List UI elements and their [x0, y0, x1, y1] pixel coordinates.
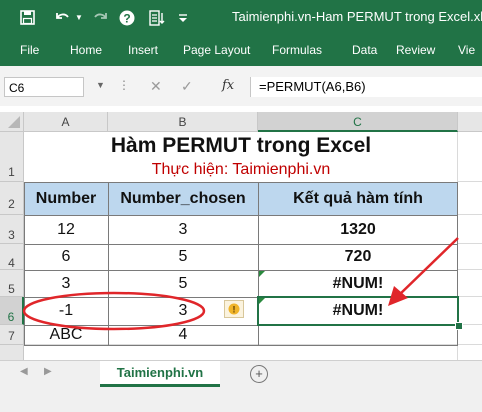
tab-insert[interactable]: Insert — [128, 43, 158, 57]
title-bar: ▼ ? Taimienphi.vn-Ham PERMUT trong Excel… — [0, 0, 482, 35]
cell-b3[interactable]: 3 — [108, 215, 258, 244]
add-sheet-button[interactable]: + — [250, 365, 268, 383]
column-header-b[interactable]: B — [108, 112, 258, 132]
formula-bar: C6 ▼ ⋮ ✕ ✓ fx =PERMUT(A6,B6) — [0, 66, 482, 107]
sheet-tab-taimienphi[interactable]: Taimienphi.vn — [100, 361, 220, 387]
row-header-2[interactable]: 2 — [0, 182, 24, 215]
table-border — [24, 345, 458, 346]
name-box-dropdown-icon[interactable]: ▼ — [96, 80, 105, 90]
svg-text:?: ? — [123, 11, 130, 25]
sort-icon[interactable] — [146, 0, 168, 35]
ribbon-tabs: File Home Insert Page Layout Formulas Da… — [0, 35, 482, 66]
redo-icon[interactable] — [90, 0, 112, 35]
tab-view[interactable]: Vie — [458, 43, 475, 57]
column-header-d[interactable] — [458, 112, 482, 132]
header-result[interactable]: Kết quả hàm tính — [258, 182, 458, 215]
header-number[interactable]: Number — [24, 182, 108, 215]
row-header-4[interactable]: 4 — [0, 244, 24, 270]
window-title: Taimienphi.vn-Ham PERMUT trong Excel.xls — [232, 9, 482, 24]
tab-page-layout[interactable]: Page Layout — [183, 43, 250, 57]
formula-bar-grip-icon: ⋮ — [118, 78, 130, 92]
cell-a3[interactable]: 12 — [24, 215, 108, 244]
svg-text:!: ! — [233, 305, 236, 315]
fill-handle[interactable] — [455, 322, 463, 330]
help-icon[interactable]: ? — [116, 0, 138, 35]
undo-icon[interactable] — [50, 0, 74, 35]
row-header-1[interactable]: 1 — [0, 132, 24, 182]
error-indicator-icon — [259, 271, 265, 277]
undo-dropdown-icon[interactable]: ▼ — [74, 0, 84, 35]
table-border — [24, 182, 458, 183]
tab-home[interactable]: Home — [70, 43, 102, 57]
insert-function-button[interactable]: fx — [222, 78, 234, 93]
tab-data[interactable]: Data — [352, 43, 377, 57]
next-sheet-icon[interactable]: ▶ — [44, 366, 52, 377]
row-header-8[interactable] — [0, 345, 24, 360]
cancel-icon[interactable]: ✕ — [150, 78, 162, 95]
cell-b4[interactable]: 5 — [108, 244, 258, 270]
sheet-tab-bar: ◀ ▶ Taimienphi.vn + — [0, 360, 482, 412]
column-header-c[interactable]: C — [258, 112, 458, 132]
name-box[interactable]: C6 — [4, 77, 84, 97]
save-icon[interactable] — [16, 0, 38, 35]
enter-icon[interactable]: ✓ — [181, 78, 193, 95]
tab-formulas[interactable]: Formulas — [272, 43, 322, 57]
annotation-arrow — [388, 237, 459, 306]
customize-toolbar-icon[interactable] — [176, 0, 190, 35]
gridline — [458, 181, 482, 182]
prev-sheet-icon[interactable]: ◀ — [20, 366, 28, 377]
formula-input[interactable]: =PERMUT(A6,B6) — [250, 77, 482, 97]
cell-c7[interactable] — [258, 325, 458, 345]
column-header-a[interactable]: A — [24, 112, 108, 132]
tab-review[interactable]: Review — [396, 43, 435, 57]
select-all-corner[interactable] — [0, 112, 24, 132]
header-number-chosen[interactable]: Number_chosen — [108, 182, 258, 215]
tab-file[interactable]: File — [20, 43, 39, 57]
table-border — [24, 215, 458, 216]
annotation-ellipse — [22, 291, 206, 331]
row-header-3[interactable]: 3 — [0, 215, 24, 244]
error-warning-icon[interactable]: ! — [224, 300, 244, 318]
gridline — [458, 214, 482, 215]
cell-a4[interactable]: 6 — [24, 244, 108, 270]
sheet-title[interactable]: Hàm PERMUT trong Excel — [24, 132, 458, 160]
sheet-subtitle[interactable]: Thực hiện: Taimienphi.vn — [24, 158, 458, 182]
